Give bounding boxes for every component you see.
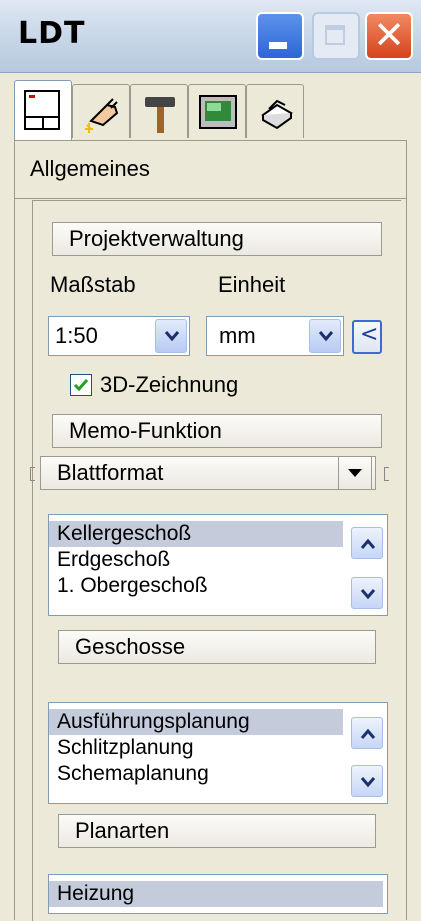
scale-value: 1:50 [55,323,98,348]
tab-display[interactable] [188,84,246,138]
3d-drawing-checkbox[interactable] [70,374,92,396]
floors-button[interactable]: Geschosse [58,630,376,664]
close-button[interactable]: ✕ [365,12,413,60]
scale-select[interactable]: 1:50 [48,316,190,356]
scale-dropdown-button[interactable] [155,319,187,353]
unit-select[interactable]: mm [206,316,344,356]
maximize-button[interactable] [312,12,360,60]
floors-scroll-down[interactable] [351,577,383,609]
checkmark-icon [73,379,89,392]
section-title: Allgemeines [30,156,150,181]
chevron-up-icon [360,728,376,739]
monitor-icon [199,95,237,129]
hammer-icon [145,97,175,133]
list-item[interactable]: 1. Obergeschoß [57,573,208,599]
chevron-down-icon [318,331,334,342]
list-item[interactable]: Schlitzplanung [57,735,194,761]
printer-icon [261,99,293,130]
plan-types-scroll-up[interactable] [351,717,383,749]
chevron-up-icon [360,538,376,549]
tab-print[interactable] [246,84,304,138]
list-item[interactable]: Kellergeschoß [49,521,343,547]
hand-sparkle-icon [85,98,119,133]
list-item[interactable]: Heizung [49,881,383,907]
floors-list[interactable]: Kellergeschoß Erdgeschoß 1. Obergeschoß [48,514,388,616]
title-bar[interactable]: LDT ✕ [0,0,421,73]
trades-list[interactable]: Heizung [48,874,388,914]
unit-dropdown-button[interactable] [309,319,341,353]
unit-value: mm [219,323,256,348]
sheet-format-button[interactable]: Blattformat [40,456,376,490]
minimize-button[interactable] [256,12,304,60]
toolbar-grip-left [30,467,35,481]
list-item[interactable]: Ausführungsplanung [49,709,343,735]
sheet-format-dropdown[interactable] [338,456,372,490]
unit-label: Einheit [218,272,286,297]
3d-drawing-label[interactable]: 3D-Zeichnung [100,372,238,398]
ldt-window: LDT ✕ Allgemeines Projektverwaltung Maßs… [0,0,421,921]
scale-label: Maßstab [50,272,136,297]
toolbar-grip-right [384,467,389,481]
section-divider [14,198,407,199]
chevron-down-icon [164,331,180,342]
chevron-down-icon [360,777,376,788]
plan-types-button[interactable]: Planarten [58,814,376,848]
tab-hammer[interactable] [130,84,188,138]
tab-drawing[interactable] [14,80,72,142]
collapse-button[interactable]: < [352,320,382,354]
tool-tabs [14,80,414,142]
list-item[interactable]: Schemaplanung [57,761,209,787]
drawing-sheet-icon [24,90,60,130]
dropdown-arrow-icon [348,469,362,477]
close-icon: ✕ [373,13,405,57]
tab-tools-hand[interactable] [72,84,130,138]
memo-function-button[interactable]: Memo-Funktion [52,414,382,448]
chevron-left-icon: < [360,322,379,347]
plan-types-list[interactable]: Ausführungsplanung Schlitzplanung Schema… [48,702,388,804]
list-item[interactable]: Erdgeschoß [57,547,170,573]
plan-types-scroll-down[interactable] [351,765,383,797]
chevron-down-icon [360,589,376,600]
floors-scroll-up[interactable] [351,527,383,559]
project-management-button[interactable]: Projektverwaltung [52,222,382,256]
window-title: LDT [18,16,86,51]
